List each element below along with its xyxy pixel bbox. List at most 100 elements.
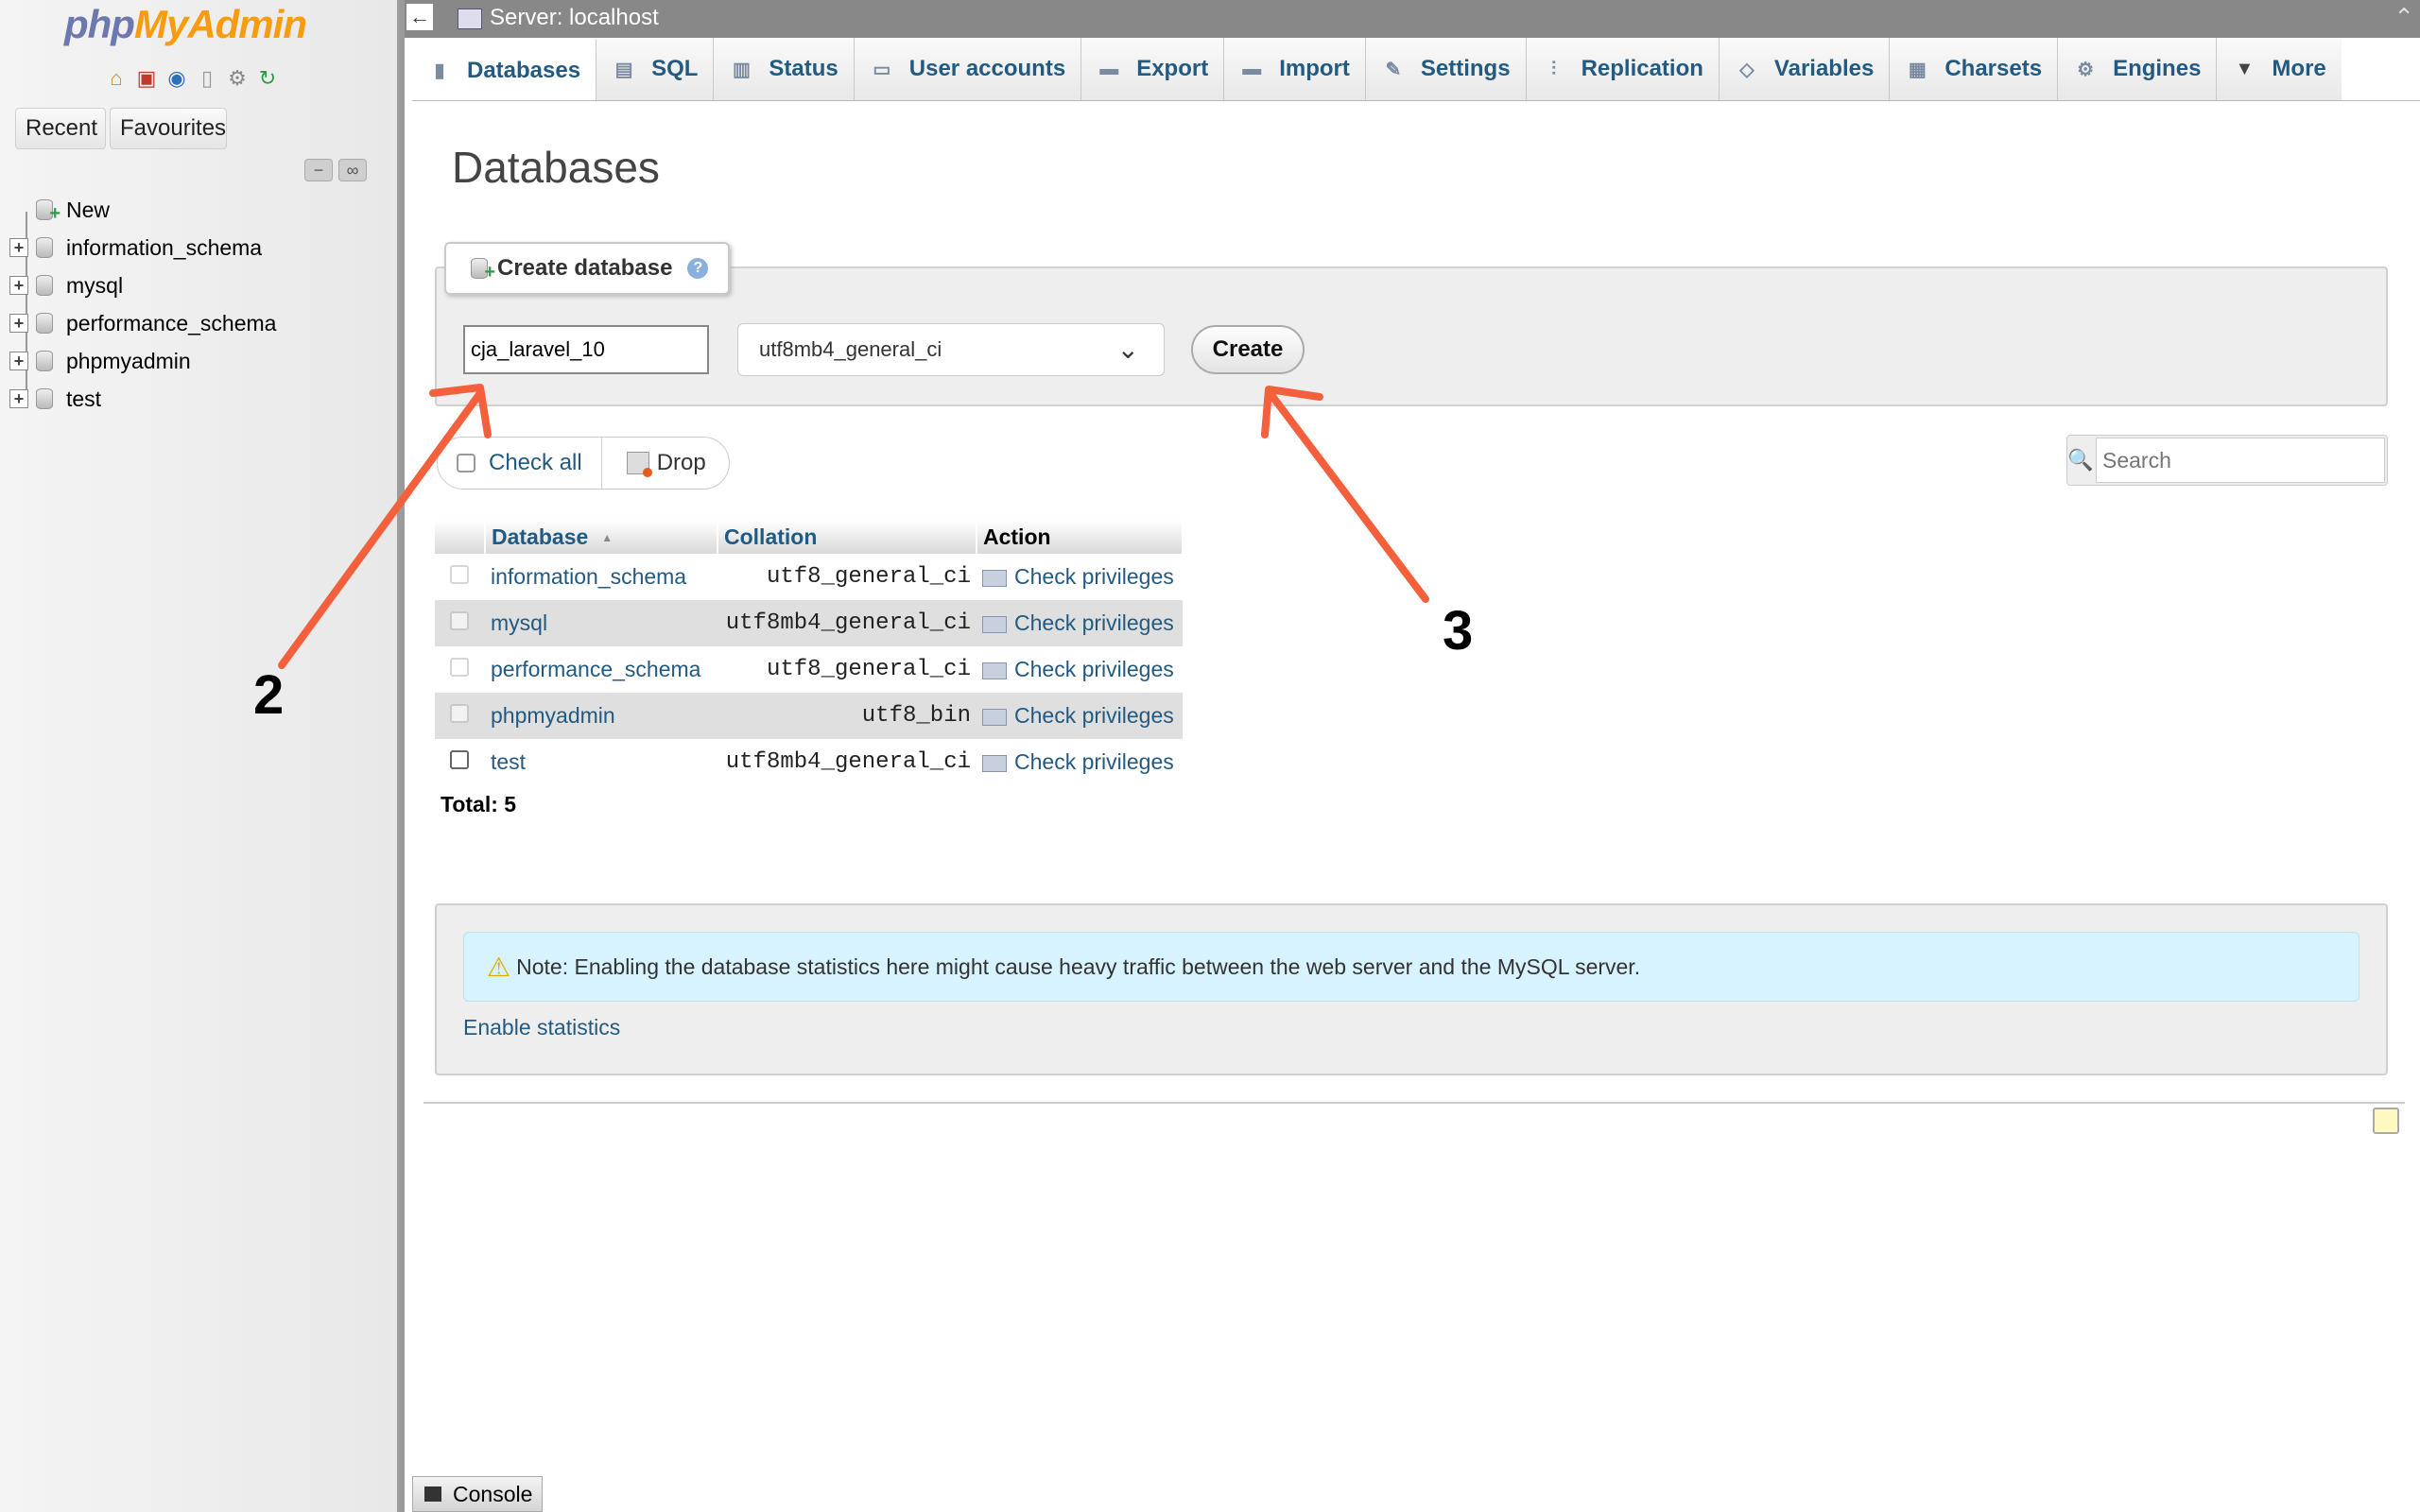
check-privileges-link[interactable]: Check privileges xyxy=(1014,657,1174,681)
logo-text-php: php xyxy=(64,2,135,46)
documentation-icon[interactable]: ▯ xyxy=(195,66,219,91)
reload-icon[interactable]: ↻ xyxy=(255,66,280,91)
tab-status[interactable]: ▥ Status xyxy=(714,38,855,100)
tab-charsets[interactable]: ▦ Charsets xyxy=(1890,38,2059,100)
row-checkbox-cell xyxy=(435,554,485,600)
table-row: test utf8mb4_general_ci Check privileges xyxy=(435,739,1183,785)
header-collation[interactable]: Collation xyxy=(717,520,977,554)
database-tree: New + information_schema + mysql + perfo… xyxy=(9,191,388,418)
search-icon: 🔍 xyxy=(2067,448,2094,472)
search-input[interactable] xyxy=(2096,438,2385,483)
database-name-input[interactable] xyxy=(463,325,709,374)
tree-item-information-schema[interactable]: + information_schema xyxy=(9,229,388,266)
settings-gear-icon[interactable]: ⚙ xyxy=(225,66,250,91)
tab-variables[interactable]: ◇ Variables xyxy=(1719,38,1891,100)
action-cell: Check privileges xyxy=(977,693,1183,739)
check-privileges-link[interactable]: Check privileges xyxy=(1014,564,1174,589)
logo-text-myadmin: MyAdmin xyxy=(133,2,307,46)
expand-icon[interactable]: + xyxy=(9,276,28,295)
row-checkbox-cell xyxy=(435,646,485,693)
create-button[interactable]: Create xyxy=(1191,325,1305,374)
import-icon: ▬ xyxy=(1242,58,1262,79)
database-link[interactable]: performance_schema xyxy=(491,657,700,681)
home-icon[interactable]: ⌂ xyxy=(104,66,129,91)
new-database-icon xyxy=(471,258,495,284)
expand-icon[interactable]: + xyxy=(9,389,28,408)
table-row: phpmyadmin utf8_bin Check privileges xyxy=(435,693,1183,739)
check-privileges-link[interactable]: Check privileges xyxy=(1014,749,1174,774)
check-all-label: Check all xyxy=(489,450,582,475)
expand-icon[interactable]: + xyxy=(9,314,28,333)
tab-import[interactable]: ▬ Import xyxy=(1224,38,1366,100)
sql-icon: ▤ xyxy=(614,59,633,80)
logout-icon[interactable]: ▣ xyxy=(134,66,159,91)
tree-item-performance-schema[interactable]: + performance_schema xyxy=(9,304,388,342)
enable-statistics-link[interactable]: Enable statistics xyxy=(463,1015,620,1040)
create-database-legend: Create database ? xyxy=(444,242,730,295)
tree-item-phpmyadmin[interactable]: + phpmyadmin xyxy=(9,342,388,380)
tab-label: More xyxy=(2272,56,2326,81)
server-breadcrumb[interactable]: Server: localhost xyxy=(490,5,659,31)
tab-user-accounts[interactable]: ▭ User accounts xyxy=(854,38,1082,100)
row-checkbox xyxy=(450,611,469,630)
link-with-main-icon[interactable]: ∞ xyxy=(338,159,367,181)
database-link[interactable]: phpmyadmin xyxy=(491,703,615,728)
tab-replication[interactable]: ⫶ Replication xyxy=(1526,38,1720,100)
tree-item-test[interactable]: + test xyxy=(9,380,388,418)
recent-tab[interactable]: Recent xyxy=(15,108,106,149)
page-title: Databases xyxy=(452,143,660,192)
tree-item-label: test xyxy=(66,386,102,411)
drop-database-icon xyxy=(626,452,652,477)
tab-settings[interactable]: ✎ Settings xyxy=(1365,38,1527,100)
wrench-icon: ✎ xyxy=(1385,59,1402,80)
tab-label: Settings xyxy=(1420,56,1511,81)
expand-icon[interactable]: + xyxy=(9,352,28,370)
collapse-top-icon[interactable]: ⌃ xyxy=(2394,3,2414,32)
create-database-title: Create database xyxy=(497,255,673,281)
collation-select[interactable]: utf8mb4_general_ci ⌄ xyxy=(737,323,1165,376)
database-name-cell: test xyxy=(485,739,717,785)
collation-cell: utf8mb4_general_ci xyxy=(717,739,977,785)
tab-export[interactable]: ▬ Export xyxy=(1081,38,1225,100)
header-checkbox-column xyxy=(435,520,486,554)
drop-button[interactable]: Drop xyxy=(602,438,706,489)
help-icon[interactable]: ? xyxy=(687,258,709,279)
database-icon xyxy=(36,388,53,409)
status-icon: ▥ xyxy=(732,59,751,80)
notepad-icon[interactable] xyxy=(2373,1108,2399,1134)
database-link[interactable]: information_schema xyxy=(491,564,686,589)
tab-databases[interactable]: ▮ Databases xyxy=(412,38,597,100)
nav-quick-icons: ⌂ ▣ ◉ ▯ ⚙ ↻ xyxy=(104,66,280,91)
replication-icon: ⫶ xyxy=(1551,58,1557,79)
tree-item-new[interactable]: New xyxy=(9,191,388,229)
row-checkbox xyxy=(450,658,469,677)
tab-more[interactable]: ▼ More xyxy=(2217,38,2342,100)
tree-item-mysql[interactable]: + mysql xyxy=(9,266,388,304)
collapse-all-icon[interactable]: − xyxy=(304,159,333,181)
tab-label: Import xyxy=(1279,56,1350,81)
collapse-nav-arrow-icon[interactable]: ← xyxy=(406,4,433,30)
row-checkbox[interactable] xyxy=(450,750,469,769)
privileges-icon xyxy=(982,708,1007,726)
tab-engines[interactable]: ⚙ Engines xyxy=(2058,38,2218,100)
database-total: Total: 5 xyxy=(441,792,517,816)
database-name-cell: information_schema xyxy=(485,554,717,600)
phpmyadmin-logo[interactable]: phpMyAdmin xyxy=(64,2,307,47)
check-all[interactable]: Check all xyxy=(438,438,602,489)
sort-asc-icon: ▲ xyxy=(601,531,614,545)
expand-icon[interactable]: + xyxy=(9,238,28,257)
action-cell: Check privileges xyxy=(977,600,1183,646)
database-link[interactable]: test xyxy=(491,749,526,774)
help-icon[interactable]: ◉ xyxy=(164,66,189,91)
bulk-actions-group: Check all Drop xyxy=(437,437,730,490)
header-database[interactable]: Database ▲ xyxy=(485,520,718,554)
check-all-checkbox[interactable] xyxy=(457,454,475,472)
favourites-tab[interactable]: Favourites xyxy=(110,108,227,149)
database-link[interactable]: mysql xyxy=(491,610,547,635)
divider xyxy=(424,1102,2405,1104)
check-privileges-link[interactable]: Check privileges xyxy=(1014,703,1174,728)
console-toggle[interactable]: Console xyxy=(412,1476,543,1512)
tab-sql[interactable]: ▤ SQL xyxy=(596,38,715,100)
check-privileges-link[interactable]: Check privileges xyxy=(1014,610,1174,635)
header-database-label: Database xyxy=(492,524,589,549)
